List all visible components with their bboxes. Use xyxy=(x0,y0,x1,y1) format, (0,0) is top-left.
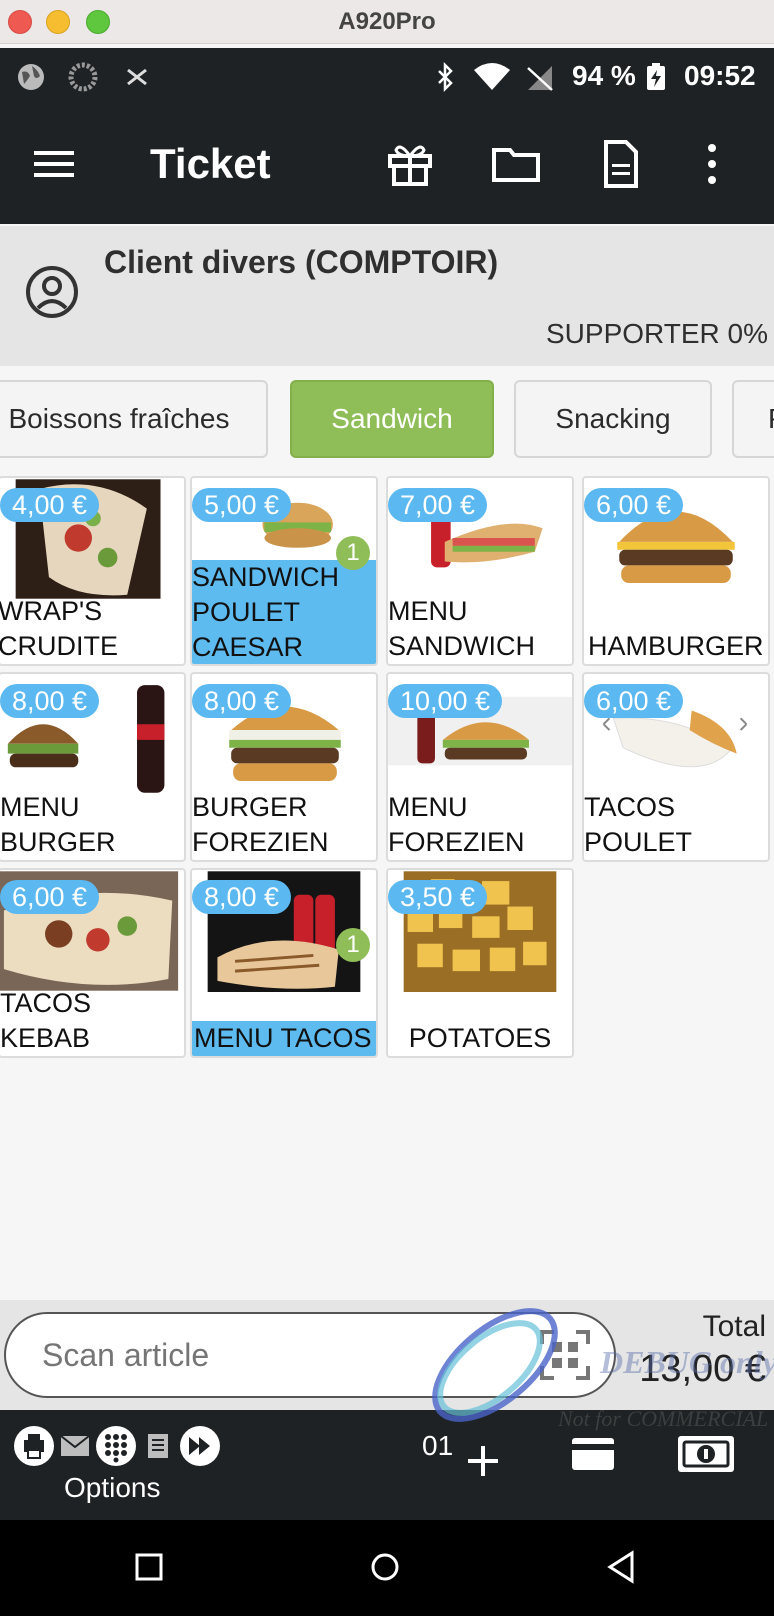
tab-label: Sandwich xyxy=(331,403,453,434)
wifi-icon xyxy=(474,63,510,90)
product-name: TACOS POULET xyxy=(584,792,693,857)
keypad-icon[interactable] xyxy=(96,1426,136,1466)
product-hamburger[interactable]: 6,00 € HAMBURGER xyxy=(582,476,770,666)
add-icon[interactable] xyxy=(466,1444,500,1478)
qr-scan-icon[interactable] xyxy=(538,1328,592,1382)
product-name: MENU SANDWICH xyxy=(388,596,535,661)
globe-icon xyxy=(18,64,44,90)
price-badge: 10,00 € xyxy=(388,684,503,718)
scan-area: Total 13,00 € xyxy=(0,1300,774,1410)
email-icon[interactable] xyxy=(60,1434,90,1458)
window-title-bar: A920Pro xyxy=(0,0,774,44)
client-panel[interactable]: Client divers (COMPTOIR) SUPPORTER 0% xyxy=(0,226,774,366)
bluetooth-icon xyxy=(438,62,453,92)
price-badge: 8,00 € xyxy=(192,684,292,718)
price-badge: 7,00 € xyxy=(388,488,488,522)
recent-apps-icon[interactable] xyxy=(134,1552,164,1582)
fast-forward-icon[interactable] xyxy=(180,1426,220,1466)
window-title: A920Pro xyxy=(338,8,436,35)
document-icon[interactable] xyxy=(594,138,646,190)
menu-icon[interactable] xyxy=(28,138,80,190)
product-burger-forezien[interactable]: 8,00 € BURGER FOREZIEN xyxy=(190,672,378,862)
tab-sandwich[interactable]: Sandwich xyxy=(290,380,494,458)
client-rate: SUPPORTER 0% xyxy=(546,318,768,349)
product-grid: 4,00 € WRAP'S CRUDITE 5,00 € 1 SANDWICH … xyxy=(0,474,774,1064)
scan-article-input[interactable] xyxy=(4,1312,616,1398)
total-value: 13,00 € xyxy=(639,1348,766,1390)
client-name: Client divers (COMPTOIR) xyxy=(104,244,499,280)
bottom-toolbar: Options 01 xyxy=(0,1410,774,1520)
product-name: WRAP'S CRUDITE xyxy=(0,596,118,661)
options-label[interactable]: Options xyxy=(64,1472,161,1504)
price-badge: 4,00 € xyxy=(0,488,100,522)
sync-icon xyxy=(68,62,98,92)
price-badge: 8,00 € xyxy=(192,880,292,914)
battery-charging-icon xyxy=(647,63,665,90)
product-menu-tacos[interactable]: 8,00 € 1 MENU TACOS xyxy=(190,868,378,1058)
category-tabs: Boissons fraîches Sandwich Snacking P xyxy=(0,380,774,460)
product-menu-sandwich[interactable]: 7,00 € MENU SANDWICH xyxy=(386,476,574,666)
receipt-icon[interactable] xyxy=(146,1432,170,1460)
battery-percent: 94 % xyxy=(572,60,636,91)
quantity-badge: 1 xyxy=(336,536,370,570)
price-badge: 5,00 € xyxy=(192,488,292,522)
app-bar: Ticket xyxy=(0,102,774,224)
tab-snacking[interactable]: Snacking xyxy=(514,380,712,458)
card-payment-icon[interactable] xyxy=(570,1436,616,1472)
product-name: MENU BURGER xyxy=(0,792,116,857)
product-wrap-crudite[interactable]: 4,00 € WRAP'S CRUDITE xyxy=(0,476,186,666)
gift-icon[interactable] xyxy=(384,138,436,190)
clock: 09:52 xyxy=(684,60,756,91)
product-tacos-kebab[interactable]: 6,00 € TACOS KEBAB xyxy=(0,868,186,1058)
tab-next-category[interactable]: P xyxy=(732,380,774,458)
product-name: MENU TACOS xyxy=(192,1021,376,1056)
product-menu-burger[interactable]: 8,00 € MENU BURGER xyxy=(0,672,186,862)
product-name: POTATOES xyxy=(408,1023,552,1053)
system-nav-bar xyxy=(0,1520,774,1616)
account-icon xyxy=(26,266,78,318)
cash-payment-icon[interactable] xyxy=(676,1434,736,1474)
product-sandwich-poulet-caesar[interactable]: 5,00 € 1 SANDWICH POULET CAESAR xyxy=(190,476,378,666)
product-name: TACOS KEBAB xyxy=(0,988,92,1053)
product-tacos-poulet[interactable]: 6,00 € TACOS POULET xyxy=(582,672,770,862)
product-potatoes[interactable]: 3,50 € POTATOES xyxy=(386,868,574,1058)
more-vert-icon[interactable] xyxy=(700,138,724,190)
price-badge: 6,00 € xyxy=(584,488,684,522)
tab-label: Boissons fraîches xyxy=(8,403,230,434)
product-name: SANDWICH POULET CAESAR xyxy=(192,560,376,664)
home-icon[interactable] xyxy=(370,1552,400,1582)
signal-off-icon xyxy=(127,68,147,86)
back-icon[interactable] xyxy=(606,1550,636,1584)
quantity-badge: 1 xyxy=(336,928,370,962)
tab-label: Snacking xyxy=(555,403,671,434)
product-name: BURGER FOREZIEN xyxy=(192,792,329,857)
product-menu-forezien[interactable]: 10,00 € MENU FOREZIEN xyxy=(386,672,574,862)
no-sim-icon xyxy=(527,66,553,91)
tab-boissons-fraiches[interactable]: Boissons fraîches xyxy=(0,380,268,458)
total-label: Total xyxy=(702,1310,766,1343)
ticket-counter: 01 xyxy=(422,1430,454,1461)
product-name: MENU FOREZIEN xyxy=(388,792,525,857)
status-bar: 94 % 09:52 xyxy=(0,48,774,102)
price-badge: 6,00 € xyxy=(584,684,684,718)
product-name: HAMBURGER xyxy=(588,631,764,661)
folder-icon[interactable] xyxy=(490,138,542,190)
price-badge: 8,00 € xyxy=(0,684,100,718)
price-badge: 6,00 € xyxy=(0,880,100,914)
page-title: Ticket xyxy=(150,140,271,187)
price-badge: 3,50 € xyxy=(388,880,488,914)
tab-label: P xyxy=(768,403,774,435)
print-icon[interactable] xyxy=(14,1426,54,1466)
